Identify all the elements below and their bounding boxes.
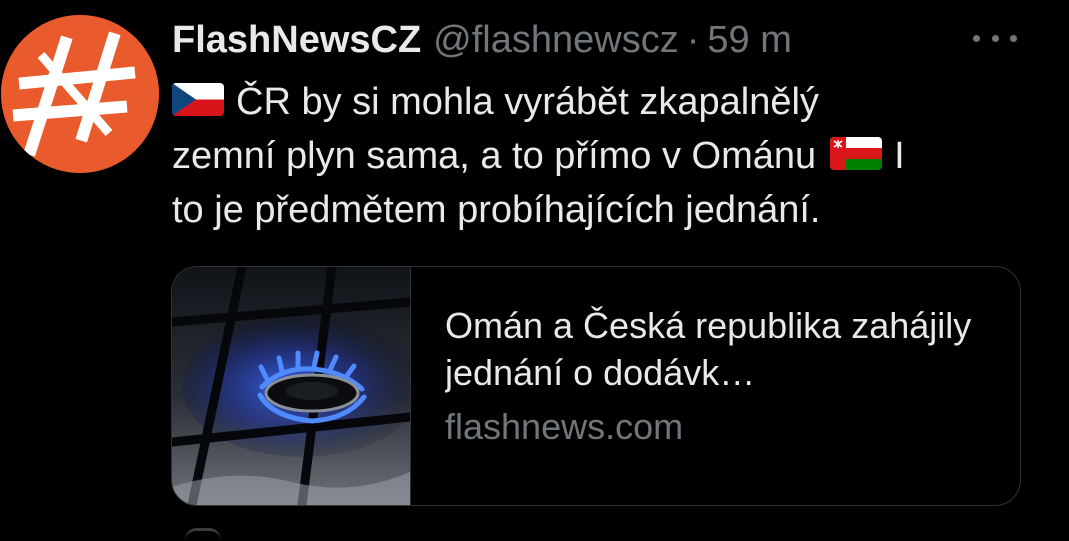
tweet-text: ČR by si mohla vyrábět zkapalnělý zemní … [172, 75, 1032, 237]
tweet-text-line-3: to je předmětem probíhajících jednání. [172, 189, 821, 231]
more-dot [973, 34, 980, 42]
tweet-text-line-2: zemní plyn sama, a to přímo v Ománu I [172, 129, 1032, 183]
user-handle[interactable]: @flashnewscz [433, 16, 679, 64]
card-domain[interactable]: flashnews.com [445, 402, 1005, 452]
tweet-text-line-1: ČR by si mohla vyrábět zkapalnělý [172, 75, 1032, 129]
link-preview-card[interactable]: Omán a Česká republika zahájily jednání … [171, 266, 1021, 506]
more-dot [1010, 34, 1017, 42]
tweet-text-segment: I [894, 135, 905, 177]
tweet-header: FlashNewsCZ @flashnewscz · 59 m [172, 16, 792, 64]
separator-dot: · [686, 19, 700, 61]
tweet-text-segment: zemní plyn sama, a to přímo v Ománu [172, 135, 817, 177]
card-title[interactable]: Omán a Česká republika zahájily jednání … [445, 302, 1005, 396]
czech-flag-icon [172, 83, 224, 117]
more-dot [991, 34, 999, 42]
display-name[interactable]: FlashNewsCZ [172, 16, 421, 64]
more-options-icon[interactable] [973, 30, 1017, 46]
timestamp[interactable]: 59 m [707, 16, 791, 64]
avatar[interactable] [1, 15, 159, 173]
card-text[interactable]: Omán a Česká republika zahájily jednání … [445, 302, 1005, 452]
tweet[interactable]: FlashNewsCZ @flashnewscz · 59 m ČR by si… [0, 0, 1069, 535]
tweet-text-segment: ČR by si mohla vyrábět zkapalnělý [236, 81, 819, 123]
gas-burner-flame-image [172, 267, 411, 505]
oman-flag-icon [830, 137, 883, 171]
hashtag-logo-icon [1, 15, 159, 173]
